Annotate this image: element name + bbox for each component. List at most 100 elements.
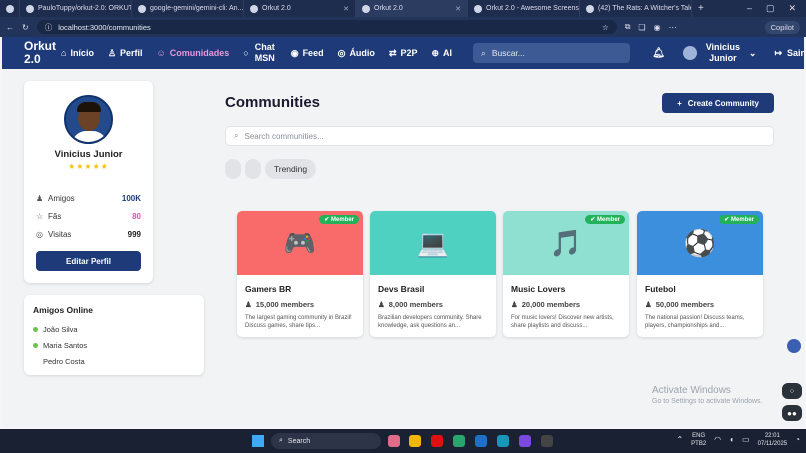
community-search-input[interactable]: ⌕ Search communities... bbox=[225, 126, 774, 146]
community-card[interactable]: 💻 Devs Brasil ♟ 8,000 members Brazilian deve… bbox=[370, 211, 496, 337]
chevron-up-icon[interactable]: ⌃ bbox=[676, 436, 683, 444]
user-menu[interactable]: Vinicius Junior ⌄ bbox=[682, 42, 756, 64]
browser-tab[interactable]: Orkut 2.0 - Awesome Screensh✕ bbox=[468, 0, 580, 17]
taskbar-app-icon[interactable] bbox=[519, 435, 531, 447]
nav-item-label: P2P bbox=[400, 48, 418, 58]
tab-favicon-icon bbox=[26, 4, 34, 13]
language-indicator[interactable]: ENG PTB2 bbox=[691, 432, 706, 448]
nav-item-início[interactable]: ⌂ Início bbox=[54, 48, 101, 58]
copilot-button[interactable]: Copilot bbox=[764, 20, 800, 34]
side-grid-button[interactable]: ⁘ bbox=[782, 383, 802, 399]
filter-trending[interactable]: Trending bbox=[265, 159, 316, 179]
main-content: Vinicius Junior ★★★★★ ♟ Amigos 100K ☆ Fãs 80 ◎… bbox=[2, 69, 804, 427]
clock[interactable]: 22:01 07/11/2025 bbox=[758, 432, 788, 448]
community-card[interactable]: 🎵 ✔ Member Music Lovers ♟ 20,000 members For … bbox=[503, 211, 629, 337]
notifications-icon[interactable]: ◔ bbox=[795, 436, 800, 444]
url-text: localhost:3000/communities bbox=[58, 22, 151, 32]
more-icon[interactable]: ⋯ bbox=[669, 23, 677, 32]
filter-pill[interactable] bbox=[245, 159, 261, 179]
avatar bbox=[682, 46, 697, 60]
filter-pill[interactable] bbox=[225, 159, 241, 179]
nav-item-ai[interactable]: ⊕ AI bbox=[425, 48, 460, 59]
browser-tab[interactable]: (42) The Rats: A Witcher's Tale✕ bbox=[580, 0, 692, 17]
nav-item-áudio[interactable]: ◎ Áudio bbox=[331, 48, 382, 59]
battery-icon[interactable]: ▭ bbox=[742, 436, 750, 444]
taskbar-app-icon[interactable] bbox=[453, 435, 465, 447]
member-badge-label: Member bbox=[330, 217, 354, 223]
new-tab-icon[interactable]: + bbox=[692, 3, 710, 14]
nav-item-perfil[interactable]: ♙ Perfil bbox=[101, 48, 150, 59]
browser-tab[interactable]: Orkut 2.0 ✕ bbox=[356, 0, 468, 17]
friend-item[interactable]: Pedro Costa bbox=[33, 357, 85, 366]
taskbar-search-label: Search bbox=[287, 437, 311, 445]
nav-item-comunidades[interactable]: ☺ Comunidades bbox=[150, 48, 237, 58]
taskbar-app-icon[interactable] bbox=[541, 435, 553, 447]
soccer-ball-icon: ⚽ bbox=[683, 227, 717, 258]
favorite-star-icon[interactable]: ☆ bbox=[602, 23, 609, 32]
collections-icon[interactable]: ❏ bbox=[638, 23, 645, 32]
nav-item-chat-msn[interactable]: ○ Chat MSN bbox=[236, 42, 283, 64]
notification-bell-icon[interactable]: 🔔︎ bbox=[652, 48, 665, 59]
create-community-button[interactable]: + Create Community bbox=[662, 93, 774, 113]
tab-favicon-icon bbox=[474, 4, 482, 13]
nav-item-p2p[interactable]: ⇄ P2P bbox=[382, 48, 425, 59]
community-card[interactable]: 🎮 ✔ Member Gamers BR ♟ 15,000 members The lar… bbox=[237, 211, 363, 337]
browser-tab[interactable]: Orkut 2.0 ✕ bbox=[244, 0, 356, 17]
back-icon[interactable]: ← bbox=[6, 23, 14, 32]
browser-tab[interactable]: google-gemini/gemini-cli: An...✕ bbox=[132, 0, 244, 17]
extensions-icon[interactable]: ⧉ bbox=[625, 22, 631, 32]
url-field[interactable]: ⓘ localhost:3000/communities ☆ bbox=[36, 20, 617, 34]
logout-icon: ↦ bbox=[774, 47, 782, 58]
minimize-icon[interactable]: – bbox=[747, 3, 752, 14]
community-members: ♟ 15,000 members bbox=[245, 300, 314, 309]
friend-item[interactable]: Maria Santos bbox=[33, 341, 87, 350]
taskbar-app-icon[interactable] bbox=[409, 435, 421, 447]
friend-item[interactable]: João Silva bbox=[33, 325, 78, 334]
profile-icon[interactable]: ◉ bbox=[654, 23, 661, 32]
stat-label: Amigos bbox=[48, 193, 75, 203]
tab-title: google-gemini/gemini-cli: An... bbox=[150, 5, 244, 12]
profile-stat: ☆ Fãs 80 bbox=[36, 207, 141, 225]
taskbar-app-icon[interactable] bbox=[475, 435, 487, 447]
nav-item-feed[interactable]: ◉ Feed bbox=[284, 48, 331, 59]
close-tab-icon[interactable]: ✕ bbox=[343, 5, 349, 13]
refresh-icon[interactable]: ↻ bbox=[22, 23, 29, 32]
friends-online-card: Amigos Online João Silva Maria Santos Pedr… bbox=[24, 295, 204, 375]
close-window-icon[interactable]: ✕ bbox=[788, 3, 796, 14]
logout-button[interactable]: ↦ Sair bbox=[774, 48, 804, 59]
community-search-placeholder: Search communities... bbox=[244, 131, 324, 141]
profile-name: Vinicius Junior bbox=[54, 149, 123, 160]
wifi-icon[interactable]: ◠ bbox=[714, 436, 721, 444]
browser-tab[interactable] bbox=[0, 0, 20, 17]
taskbar-search[interactable]: ⌕ Search bbox=[271, 433, 381, 449]
app-logo[interactable]: Orkut 2.0 bbox=[2, 40, 56, 66]
taskbar-app-icon[interactable] bbox=[497, 435, 509, 447]
nav-item-label: Início bbox=[70, 48, 94, 58]
community-members: ♟ 8,000 members bbox=[378, 300, 443, 309]
global-search-input[interactable]: ⌕ Buscar... bbox=[473, 43, 631, 63]
window-controls: – ▢ ✕ bbox=[747, 3, 806, 14]
floating-widget-icon[interactable] bbox=[787, 339, 801, 353]
tab-title: Orkut 2.0 bbox=[262, 5, 291, 12]
start-menu-icon[interactable] bbox=[252, 435, 264, 447]
os-taskbar: ⌕ Search ⌃ ENG PTB2 ◠ ◖ ▭ 22:01 07/11/2025… bbox=[0, 429, 806, 453]
side-chat-button[interactable]: ●● bbox=[782, 405, 802, 421]
create-community-label: Create Community bbox=[687, 98, 759, 108]
volume-icon[interactable]: ◖ bbox=[729, 436, 734, 444]
member-badge-label: Member bbox=[596, 217, 620, 223]
users-icon: ☺ bbox=[156, 48, 166, 58]
lang-text-2: PTB2 bbox=[691, 441, 707, 447]
taskbar-app-icon[interactable] bbox=[431, 435, 443, 447]
watermark-sub: Go to Settings to activate Windows. bbox=[652, 398, 763, 405]
edit-profile-button[interactable]: Editar Perfil bbox=[36, 251, 141, 271]
rating-stars: ★★★★★ bbox=[68, 162, 109, 171]
taskbar-app-icon[interactable] bbox=[388, 435, 400, 447]
site-info-icon[interactable]: ⓘ bbox=[45, 22, 53, 33]
close-tab-icon[interactable]: ✕ bbox=[455, 5, 461, 13]
friends-icon: ♟ bbox=[36, 193, 44, 203]
friend-name: Pedro Costa bbox=[43, 357, 85, 366]
browser-tab[interactable]: PauloTuppy/orkut-2.0: ORKUT✕ bbox=[20, 0, 132, 17]
maximize-icon[interactable]: ▢ bbox=[766, 3, 775, 14]
community-card[interactable]: ⚽ ✔ Member Futebol ♟ 50,000 members The natio… bbox=[637, 211, 763, 337]
community-banner: 🎵 ✔ Member bbox=[503, 211, 629, 275]
